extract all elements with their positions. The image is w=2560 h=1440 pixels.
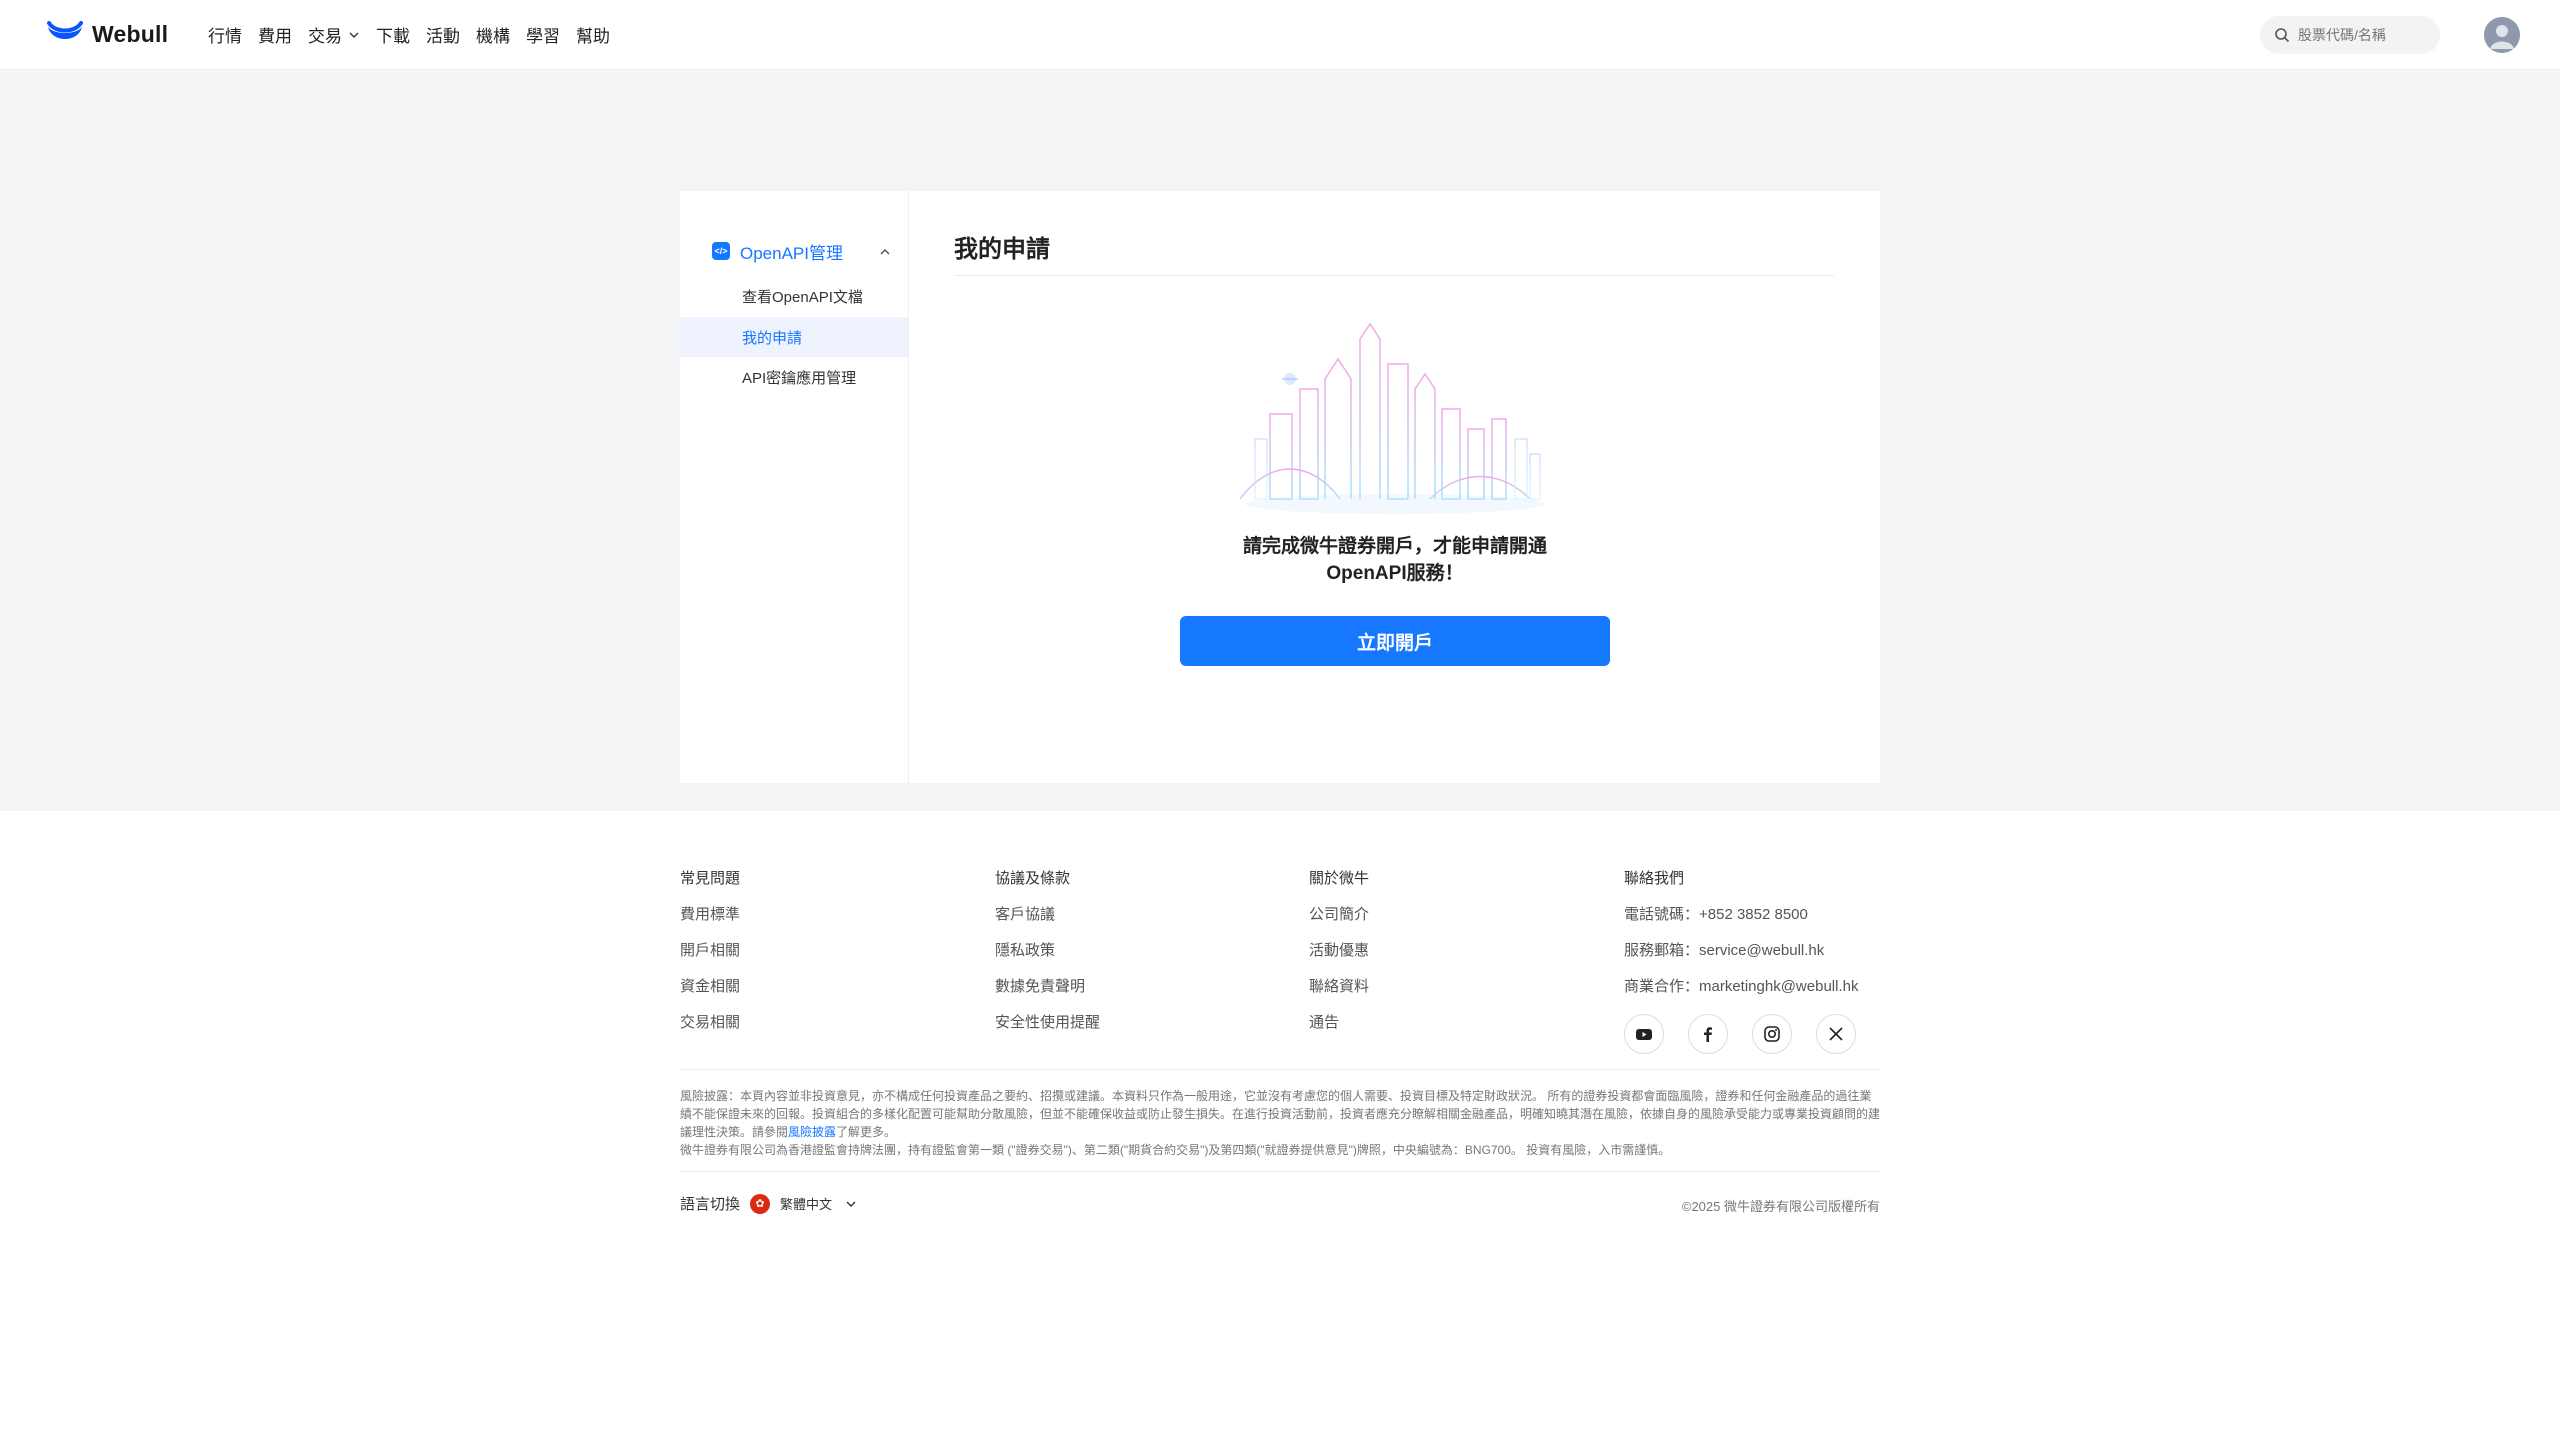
chevron-down-icon [846,1201,856,1207]
nav-label: 機構 [476,27,510,46]
footer-link[interactable]: 資金相關 [680,975,740,997]
risk-disclaimer: 風險披露：本頁內容並非投資意見，亦不構成任何投資產品之要約、招攬或建議。本資料只… [680,1087,1880,1159]
webull-logo[interactable]: Webull [46,16,168,52]
nav-item-market[interactable]: 行情 [208,22,242,47]
open-account-button[interactable]: 立即開戶 [1180,616,1610,666]
copyright: ©2025 微牛證券有限公司版權所有 [1681,1199,1880,1214]
nav-label: 行情 [208,27,242,46]
nav-item-help[interactable]: 幫助 [576,22,610,47]
chevron-up-icon[interactable] [878,245,892,259]
brand-name: Webull [92,20,169,47]
nav-label: 交易 [308,27,342,46]
footer-heading: 常見問題 [680,870,741,887]
nav-label: 學習 [526,27,560,46]
avatar[interactable] [2484,17,2520,53]
footer-link[interactable]: 客戶協議 [995,903,1100,925]
nav-item-events[interactable]: 活動 [426,22,460,47]
sidebar-item-label: 查看OpenAPI文檔 [742,288,863,306]
footer-col-faq: 常見問題 費用標準 開戶相關 資金相關 交易相關 [680,867,740,1033]
nav-label: 活動 [426,27,460,46]
sidebar-group-openapi[interactable]: </> OpenAPI管理 [712,239,892,263]
sidebar-item-label: 我的申請 [742,329,803,347]
nav-item-trade[interactable]: 交易 [308,22,360,47]
youtube-link[interactable] [1624,1014,1664,1054]
instagram-link[interactable] [1752,1014,1792,1054]
youtube-icon [1636,1029,1652,1040]
search-icon [2275,28,2290,43]
main-area: </> OpenAPI管理 查看OpenAPI文檔 我的申請 API密鑰應用管理… [0,71,2560,811]
nav-item-learn[interactable]: 學習 [526,22,560,47]
footer: 常見問題 費用標準 開戶相關 資金相關 交易相關 協議及條款 客戶協議 隱私政策… [0,811,2560,1440]
footer-link[interactable]: 數據免責聲明 [995,975,1100,997]
x-link[interactable] [1816,1014,1856,1054]
nav-item-institution[interactable]: 機構 [476,22,510,47]
nav-label: 下載 [376,27,410,46]
sidebar-item-api-key-management[interactable]: API密鑰應用管理 [680,357,908,397]
nav-label: 費用 [258,27,292,46]
disclaimer-text: 了解更多。 [836,1125,897,1139]
sidebar-item-docs[interactable]: 查看OpenAPI文檔 [680,276,908,316]
open-account-message: 請完成微牛證券開戶，才能申請開通 OpenAPI服務！ [1080,533,1710,587]
city-skyline-illustration [1239,322,1545,514]
nav-label: 幫助 [576,27,610,46]
code-icon: </> [712,242,730,260]
footer-divider [680,1069,1880,1070]
footer-link[interactable]: 費用標準 [680,903,740,925]
search-input[interactable] [2298,27,2428,43]
footer-link[interactable]: 隱私政策 [995,939,1100,961]
hong-kong-flag-icon: ✿ [750,1193,771,1214]
footer-link[interactable]: 通告 [1309,1011,1369,1033]
search-box[interactable] [2260,16,2440,54]
language-label: 語言切換 [680,1196,741,1213]
message-line: 請完成微牛證券開戶，才能申請開通 [1242,536,1547,557]
footer-link[interactable]: 安全性使用提醒 [995,1011,1100,1033]
nav-item-download[interactable]: 下載 [376,22,410,47]
footer-col-contact: 聯絡我們 電話號碼：+852 3852 8500 服務郵箱：service@we… [1624,867,1858,997]
risk-disclosure-link[interactable]: 風險披露 [788,1125,836,1139]
footer-heading: 聯絡我們 [1624,870,1685,887]
user-avatar-icon [2484,17,2520,53]
contact-phone: 電話號碼：+852 3852 8500 [1624,906,1808,923]
instagram-icon [1764,1026,1780,1042]
x-icon [1829,1027,1843,1041]
sidebar-item-label: API密鑰應用管理 [742,369,857,387]
language-switcher[interactable]: 語言切換 ✿ 繁體中文 [680,1193,858,1214]
footer-col-terms: 協議及條款 客戶協議 隱私政策 數據免責聲明 安全性使用提醒 [995,867,1100,1033]
message-line: OpenAPI服務！ [1326,563,1464,584]
facebook-link[interactable] [1688,1014,1728,1054]
title-divider [954,275,1834,276]
nav-item-fees[interactable]: 費用 [258,22,292,47]
contact-business[interactable]: 商業合作：marketinghk@webull.hk [1624,975,1858,997]
webull-logo-icon [47,21,83,39]
main-nav: 行情 費用 交易 下載 活動 機構 學習 幫助 [208,22,626,47]
sidebar-item-my-applications[interactable]: 我的申請 [680,317,908,357]
footer-link[interactable]: 公司簡介 [1309,903,1369,925]
social-links [1624,1014,1880,1054]
page-title: 我的申請 [954,236,1050,263]
license-text: 微牛證券有限公司為香港證監會持牌法團，持有證監會第一類 ("證券交易")、第二類… [680,1143,1671,1157]
footer-link[interactable]: 交易相關 [680,1011,740,1033]
footer-link[interactable]: 開戶相關 [680,939,740,961]
contact-email[interactable]: 服務郵箱：service@webull.hk [1624,939,1858,961]
footer-col-about: 關於微牛 公司簡介 活動優惠 聯絡資料 通告 [1309,867,1369,1033]
footer-heading: 關於微牛 [1309,870,1370,887]
footer-link[interactable]: 活動優惠 [1309,939,1369,961]
language-value: 繁體中文 [780,1197,833,1212]
footer-heading: 協議及條款 [995,870,1071,887]
facebook-icon [1704,1027,1712,1042]
sidebar-group-label: OpenAPI管理 [740,243,843,263]
content-card: </> OpenAPI管理 查看OpenAPI文檔 我的申請 API密鑰應用管理… [680,191,1880,783]
top-header: Webull 行情 費用 交易 下載 活動 機構 學習 幫助 [0,0,2560,70]
chevron-down-icon [349,32,359,38]
sidebar: </> OpenAPI管理 查看OpenAPI文檔 我的申請 API密鑰應用管理 [680,191,909,783]
footer-link[interactable]: 聯絡資料 [1309,975,1369,997]
footer-divider [680,1171,1880,1172]
